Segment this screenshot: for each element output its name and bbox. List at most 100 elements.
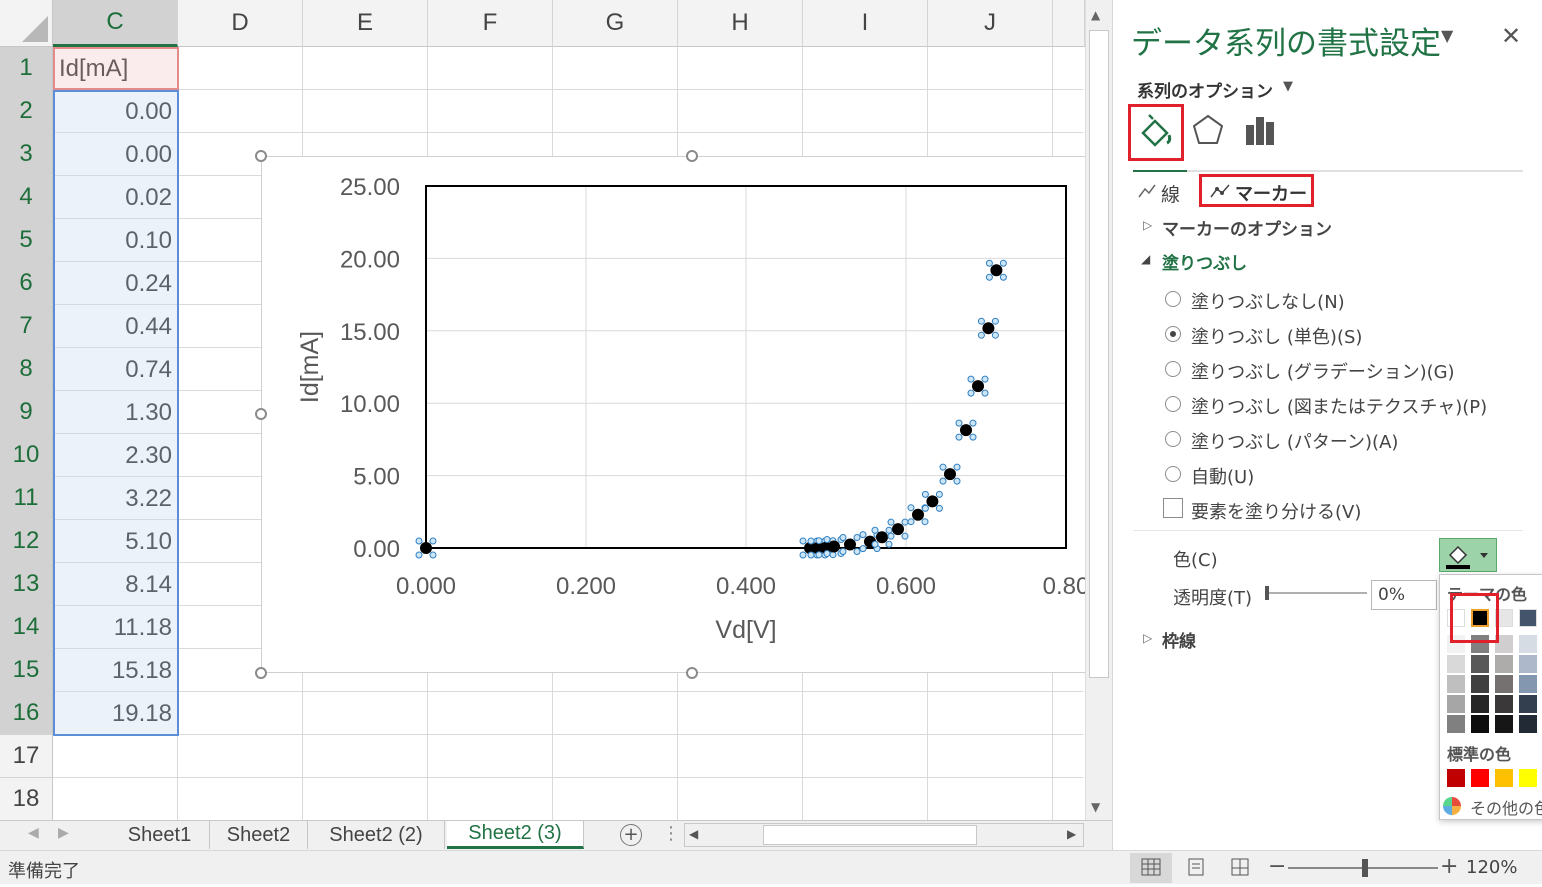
theme-shade-swatch[interactable] xyxy=(1519,675,1537,693)
row-header-10[interactable]: 10 xyxy=(0,434,53,477)
tab-sheet1[interactable]: Sheet1 xyxy=(110,821,210,849)
data-point[interactable] xyxy=(944,468,956,481)
vary-colors-label[interactable]: 要素を塗り分ける(V) xyxy=(1191,498,1361,524)
zoom-slider[interactable] xyxy=(1288,859,1438,877)
data-point[interactable] xyxy=(912,508,924,521)
fill-solid-radio[interactable] xyxy=(1165,326,1181,342)
fill-section-collapse-icon[interactable]: ◢ xyxy=(1141,252,1150,266)
scatter-chart[interactable]: 0.000 0.200 0.400 0.600 0.80 0.00 5.00 10.00 15.… xyxy=(261,156,1121,673)
zoom-out-icon[interactable]: − xyxy=(1268,854,1286,879)
row-header-11[interactable]: 11 xyxy=(0,477,53,520)
tab-sheet2-2[interactable]: Sheet2 (2) xyxy=(308,821,445,849)
standard-color-swatch[interactable] xyxy=(1447,769,1465,787)
row-header-13[interactable]: 13 xyxy=(0,563,53,606)
vertical-scrollbar[interactable]: ▲ ▼ xyxy=(1085,0,1112,820)
theme-shade-swatch[interactable] xyxy=(1495,715,1513,733)
vary-colors-checkbox[interactable] xyxy=(1163,498,1183,518)
zoom-in-icon[interactable]: + xyxy=(1440,854,1458,879)
row-header-3[interactable]: 3 xyxy=(0,133,53,176)
border-section[interactable]: 枠線 xyxy=(1162,627,1196,652)
fill-section[interactable]: 塗りつぶし xyxy=(1162,249,1247,274)
tab-line[interactable]: 線 xyxy=(1161,180,1180,207)
fill-pattern-radio[interactable] xyxy=(1165,431,1181,447)
theme-shade-swatch[interactable] xyxy=(1447,715,1465,733)
scroll-thumb[interactable] xyxy=(1089,30,1109,678)
fill-none-label[interactable]: 塗りつぶしなし(N) xyxy=(1191,288,1345,314)
tab-scroll-left-icon[interactable]: ◀ xyxy=(28,825,39,841)
row-header-14[interactable]: 14 xyxy=(0,606,53,649)
marker-options-expand-icon[interactable]: ▷ xyxy=(1143,218,1152,232)
resize-handle-bottom-left[interactable] xyxy=(255,667,267,679)
data-point[interactable] xyxy=(960,424,972,437)
standard-color-swatch[interactable] xyxy=(1519,769,1537,787)
theme-shade-swatch[interactable] xyxy=(1519,635,1537,653)
row-header-12[interactable]: 12 xyxy=(0,520,53,563)
standard-color-swatch[interactable] xyxy=(1471,769,1489,787)
page-break-view-icon[interactable] xyxy=(1230,857,1250,881)
theme-shade-swatch[interactable] xyxy=(1495,675,1513,693)
hscroll-left-arrow-icon[interactable]: ◀ xyxy=(689,827,698,841)
row-header-15[interactable]: 15 xyxy=(0,649,53,692)
data-point[interactable] xyxy=(926,495,939,508)
more-colors-option[interactable]: その他の色 xyxy=(1470,795,1542,819)
column-header-partial[interactable] xyxy=(1053,0,1085,47)
row-header-5[interactable]: 5 xyxy=(0,219,53,262)
row-header-6[interactable]: 6 xyxy=(0,262,53,305)
column-header-j[interactable]: J xyxy=(928,0,1053,47)
data-point[interactable] xyxy=(990,264,1003,277)
fill-gradient-label[interactable]: 塗りつぶし (グラデーション)(G) xyxy=(1191,358,1455,384)
data-point[interactable] xyxy=(828,540,840,553)
column-header-d[interactable]: D xyxy=(178,0,303,47)
row-header-1[interactable]: 1 xyxy=(0,47,53,90)
data-point[interactable] xyxy=(892,523,904,536)
horizontal-scrollbar[interactable]: ◀ ▶ xyxy=(684,823,1084,847)
tab-splitter-icon[interactable]: ⋮ xyxy=(662,823,680,844)
scroll-up-arrow-icon[interactable]: ▲ xyxy=(1091,8,1100,22)
hscroll-thumb[interactable] xyxy=(763,825,977,845)
tab-sheet2-3[interactable]: Sheet2 (3) xyxy=(447,821,584,849)
data-point[interactable] xyxy=(972,380,984,393)
series-options-dropdown[interactable]: 系列のオプション xyxy=(1137,77,1273,102)
fill-picture-label[interactable]: 塗りつぶし (図またはテクスチャ)(P) xyxy=(1191,393,1487,419)
theme-shade-swatch[interactable] xyxy=(1447,675,1465,693)
series-options-icon[interactable] xyxy=(1243,113,1277,151)
theme-shade-swatch[interactable] xyxy=(1471,695,1489,713)
row-header-8[interactable]: 8 xyxy=(0,348,53,391)
pane-title-dropdown-icon[interactable]: ▼ xyxy=(1441,26,1453,45)
fill-picture-radio[interactable] xyxy=(1165,396,1181,412)
resize-handle-left[interactable] xyxy=(255,408,267,420)
theme-shade-swatch[interactable] xyxy=(1447,695,1465,713)
zoom-level[interactable]: 120% xyxy=(1466,857,1517,878)
row-header-9[interactable]: 9 xyxy=(0,391,53,434)
add-sheet-icon[interactable]: + xyxy=(620,824,642,846)
data-point[interactable] xyxy=(982,322,995,335)
transparency-slider[interactable] xyxy=(1265,586,1367,600)
theme-shade-swatch[interactable] xyxy=(1519,715,1537,733)
resize-handle-top[interactable] xyxy=(686,150,698,162)
effects-icon[interactable] xyxy=(1191,113,1225,151)
fill-auto-radio[interactable] xyxy=(1165,466,1181,482)
fill-none-radio[interactable] xyxy=(1165,291,1181,307)
theme-shade-swatch[interactable] xyxy=(1471,655,1489,673)
theme-shade-swatch[interactable] xyxy=(1471,715,1489,733)
select-all-corner[interactable] xyxy=(0,0,53,47)
series-options-chevron-icon[interactable]: ▼ xyxy=(1283,79,1293,94)
normal-view-icon[interactable] xyxy=(1130,853,1172,883)
page-layout-view-icon[interactable] xyxy=(1186,857,1206,881)
resize-handle-top-left[interactable] xyxy=(255,150,267,162)
fill-color-picker-button[interactable] xyxy=(1439,538,1497,572)
theme-shade-swatch[interactable] xyxy=(1447,655,1465,673)
column-header-h[interactable]: H xyxy=(678,0,803,47)
column-header-e[interactable]: E xyxy=(303,0,428,47)
transparency-input[interactable]: 0% xyxy=(1371,580,1437,610)
hscroll-right-arrow-icon[interactable]: ▶ xyxy=(1067,827,1076,841)
theme-shade-swatch[interactable] xyxy=(1519,695,1537,713)
data-point[interactable] xyxy=(420,542,432,554)
row-header-17[interactable]: 17 xyxy=(0,735,53,778)
theme-shade-swatch[interactable] xyxy=(1471,675,1489,693)
transparency-slider-thumb[interactable] xyxy=(1265,586,1269,600)
border-expand-icon[interactable]: ▷ xyxy=(1143,631,1152,645)
theme-shade-swatch[interactable] xyxy=(1519,655,1537,673)
fill-solid-label[interactable]: 塗りつぶし (単色)(S) xyxy=(1191,323,1362,349)
tab-sheet2[interactable]: Sheet2 xyxy=(210,821,308,849)
